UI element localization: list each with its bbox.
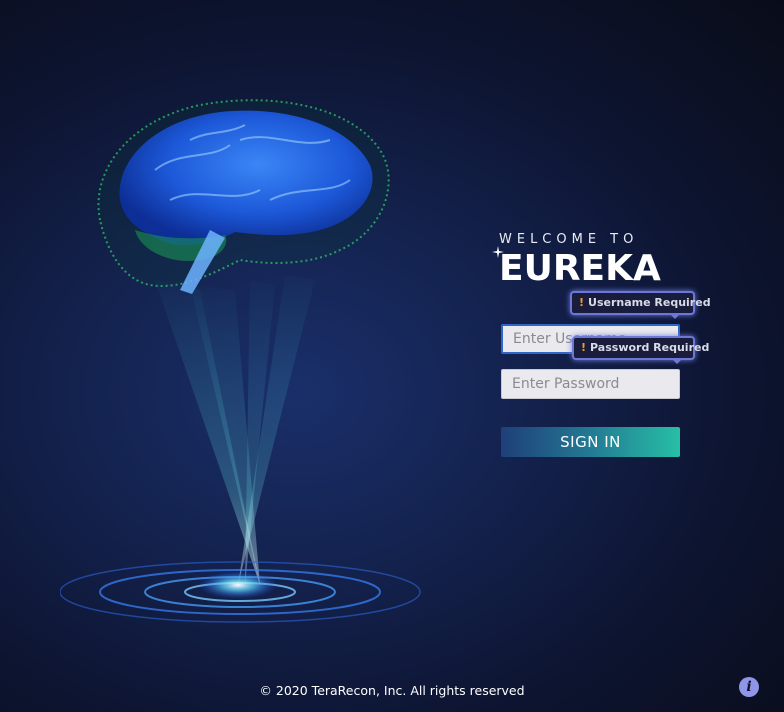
- welcome-heading: WELCOME TO: [499, 232, 639, 247]
- copyright-footer: © 2020 TeraRecon, Inc. All rights reserv…: [259, 683, 525, 698]
- logo: EUREKA: [492, 246, 679, 289]
- logo-text: EUREKA: [499, 248, 661, 289]
- sign-in-button[interactable]: SIGN IN: [501, 427, 680, 457]
- password-required-tooltip: ! Password Required: [572, 336, 709, 364]
- username-error-text: Username Required: [588, 296, 711, 309]
- password-input[interactable]: [501, 369, 680, 399]
- username-required-tooltip: ! Username Required: [570, 291, 711, 319]
- brand-block: WELCOME TO EUREKA: [492, 232, 679, 289]
- brain-hologram-illustration: [60, 99, 421, 623]
- warning-icon: !: [581, 341, 587, 354]
- password-error-text: Password Required: [590, 341, 710, 354]
- info-icon[interactable]: i: [739, 677, 759, 697]
- warning-icon: !: [579, 296, 585, 309]
